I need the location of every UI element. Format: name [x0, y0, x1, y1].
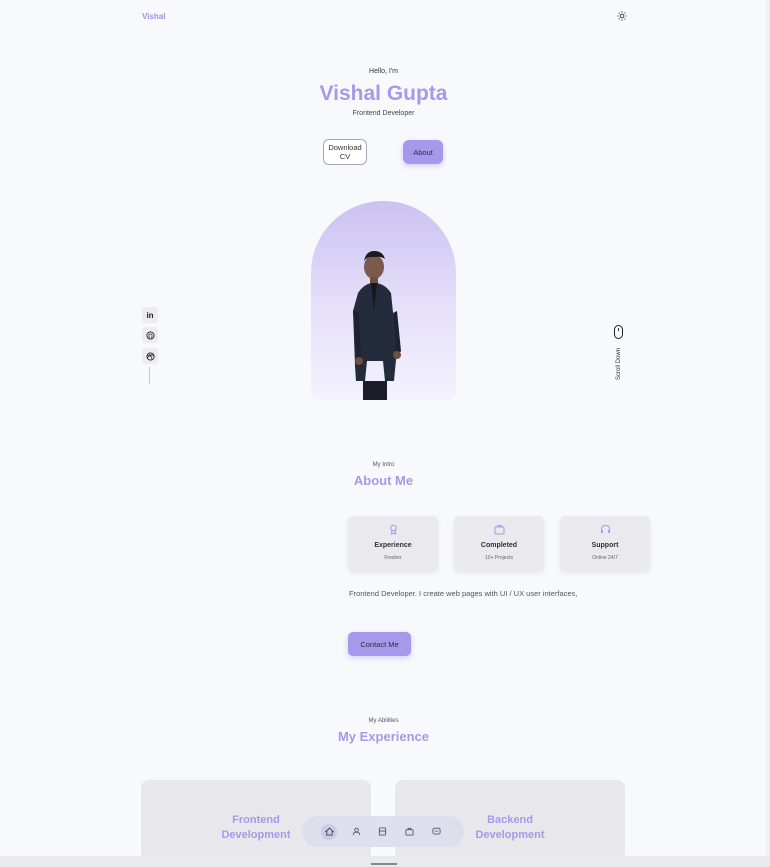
user-icon	[352, 827, 360, 836]
card-subtitle: 10+ Projects	[485, 555, 513, 561]
hero-role: Frontend Developer	[352, 110, 415, 117]
nav-about[interactable]	[348, 824, 364, 840]
greeting: Hello, I'm	[369, 68, 398, 75]
message-icon	[432, 827, 441, 835]
bottom-nav	[302, 816, 464, 847]
logo[interactable]: Vishal	[142, 12, 165, 21]
linkedin-icon: in	[146, 310, 154, 320]
github-link[interactable]	[142, 327, 158, 343]
award-icon	[390, 524, 397, 535]
experience-card: Experience Fresher	[348, 516, 438, 571]
card-subtitle: Online 24/7	[592, 555, 618, 561]
briefcase-icon	[494, 525, 505, 535]
download-cv-button[interactable]: Download CV	[323, 139, 367, 165]
contact-me-button[interactable]: Contact Me	[348, 632, 411, 656]
sun-icon[interactable]	[617, 11, 627, 21]
about-subtitle: My Intro	[372, 462, 395, 468]
github-icon	[145, 330, 155, 340]
completed-card: Completed 10+ Projects	[454, 516, 544, 571]
experience-subtitle: My Abilities	[368, 718, 399, 724]
linkedin-link[interactable]: in	[142, 307, 158, 323]
card-title: Support	[591, 542, 619, 549]
nav-skills[interactable]	[375, 824, 391, 840]
home-icon	[324, 827, 334, 836]
profile-photo	[311, 201, 456, 400]
headset-icon	[601, 524, 610, 533]
experience-title: My Experience	[337, 729, 430, 744]
nav-contact[interactable]	[429, 824, 445, 840]
card-title: Completed	[480, 542, 518, 549]
bottom-strip	[0, 856, 770, 867]
nav-portfolio[interactable]	[402, 824, 418, 840]
scroll-down-label[interactable]: Scroll Down	[616, 336, 622, 392]
support-card: Support Online 24/7	[560, 516, 650, 571]
dribbble-link[interactable]	[142, 348, 158, 364]
about-description: Frontend Developer. I create web pages w…	[349, 589, 578, 598]
hero-name: Vishal Gupta	[319, 82, 448, 105]
nav-home[interactable]	[321, 823, 338, 840]
briefcase-icon	[405, 827, 414, 836]
dribbble-icon	[145, 351, 155, 361]
social-divider	[149, 367, 150, 384]
about-button[interactable]: About	[403, 140, 443, 164]
about-title: About Me	[353, 473, 414, 488]
card-subtitle: Fresher	[384, 555, 402, 561]
scrollbar[interactable]	[766, 0, 770, 856]
resize-handle[interactable]	[371, 863, 397, 865]
card-title: Experience	[374, 542, 412, 549]
document-icon	[379, 827, 387, 836]
